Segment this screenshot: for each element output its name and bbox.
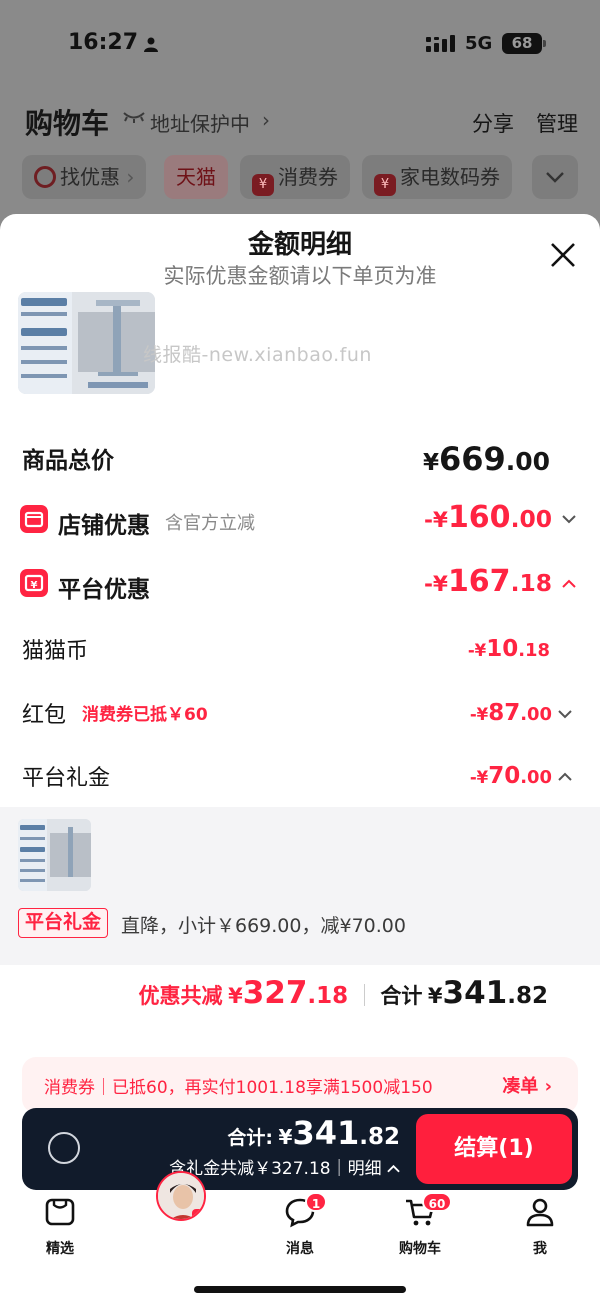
- store-discount-value[interactable]: -¥160.00: [424, 500, 552, 535]
- deal-icon: [34, 166, 56, 188]
- grand-total-label: 合计: [380, 984, 423, 1008]
- chevron-up-icon[interactable]: [558, 772, 572, 781]
- checkout-total: 合计: ¥341.82: [227, 1114, 400, 1152]
- watermark-text: 线报酷-new.xianbao.fun: [143, 344, 372, 366]
- gift-tag: 平台礼金: [18, 908, 109, 938]
- profile-icon: [526, 1198, 554, 1227]
- status-bar: 16:27 5G 68: [0, 0, 600, 90]
- maomao-coin-value: -¥10.18: [467, 636, 550, 662]
- network-type: 5G: [465, 33, 493, 54]
- select-all-checkbox[interactable]: [48, 1132, 80, 1164]
- platform-discount-value[interactable]: -¥167.18: [424, 564, 552, 599]
- signal-icon: [426, 35, 455, 52]
- tab-label: 购物车: [399, 1241, 441, 1257]
- chevron-down-icon[interactable]: [558, 710, 572, 719]
- chevron-up-icon: [387, 1164, 400, 1173]
- person-icon: [144, 37, 158, 52]
- gift-description: 直降，小计￥669.00，减¥70.00: [121, 915, 406, 937]
- home-indicator: [194, 1286, 406, 1293]
- store-discount-label: 店铺优惠: [58, 513, 150, 539]
- page-title: 购物车: [25, 107, 110, 140]
- status-time: 16:27: [68, 30, 139, 55]
- checkout-bar: 合计: ¥341.82 含礼金共减￥327.18｜明细 结算(1): [22, 1108, 578, 1190]
- tab-label: 消息: [286, 1241, 314, 1257]
- avatar[interactable]: [156, 1171, 206, 1221]
- manage-button[interactable]: 管理: [536, 108, 578, 138]
- platform-discount-label: 平台优惠: [58, 577, 150, 603]
- chip-consumption-coupon[interactable]: ¥ 消费券: [240, 155, 350, 199]
- platform-gift-label: 平台礼金: [22, 766, 111, 791]
- featured-icon: [45, 1198, 75, 1226]
- platform-coupon-icon: ¥: [20, 569, 48, 597]
- coupon-tip-text: 消费券｜已抵60，再实付1001.18享满1500减150: [44, 1078, 433, 1098]
- share-button[interactable]: 分享: [472, 108, 514, 138]
- eye-closed-icon: [123, 112, 145, 123]
- store-icon: [20, 505, 48, 533]
- svg-text:¥: ¥: [31, 580, 38, 591]
- grand-total-value: 341: [442, 975, 508, 1011]
- chevron-down-icon[interactable]: [562, 515, 576, 524]
- checkout-button[interactable]: 结算(1): [416, 1114, 572, 1184]
- store-discount-note: 含官方立减: [165, 513, 255, 534]
- red-packet-value[interactable]: -¥87.00: [470, 700, 552, 726]
- maomao-coin-label: 猫猫币: [22, 639, 89, 664]
- checkout-discount-detail[interactable]: 含礼金共减￥327.18｜明细: [169, 1154, 400, 1179]
- gift-detail-panel: 平台礼金 直降，小计￥669.00，减¥70.00: [0, 807, 600, 965]
- discount-summary: 优惠共减 ¥327.18 合计 ¥341.82: [138, 975, 549, 1011]
- chevron-right-icon: ›: [126, 165, 135, 189]
- chevron-up-icon[interactable]: [562, 579, 576, 588]
- battery-icon: 68: [502, 33, 542, 54]
- tab-label: 精选: [46, 1241, 74, 1257]
- chevron-down-icon: [546, 172, 564, 183]
- cart-badge: 60: [422, 1192, 452, 1212]
- total-price-value: ¥669.00: [422, 440, 550, 478]
- add-items-link[interactable]: 凑单 ›: [502, 1072, 552, 1098]
- chip-tmall[interactable]: 天猫: [164, 155, 228, 199]
- chevron-right-icon: ›: [262, 108, 270, 132]
- battery-tip: [543, 40, 546, 47]
- chip-find-deals[interactable]: 找优惠 ›: [22, 155, 147, 199]
- chip-appliance-coupon[interactable]: ¥ 家电数码券: [362, 155, 512, 199]
- tab-label: 我: [533, 1241, 547, 1257]
- red-packet-label: 红包: [22, 703, 67, 728]
- product-image: [18, 292, 155, 394]
- message-badge: 1: [305, 1192, 327, 1212]
- red-packet-note: 消费券已抵￥60: [82, 705, 208, 725]
- coupon-tip-bar[interactable]: 消费券｜已抵60，再实付1001.18享满1500减150 凑单 ›: [22, 1057, 578, 1113]
- discount-total-value: 327: [242, 975, 308, 1011]
- coupon-icon: ¥: [374, 174, 396, 196]
- discount-total-label: 优惠共减: [138, 984, 223, 1008]
- product-image: [18, 819, 91, 891]
- sheet-title: 金额明细: [247, 230, 352, 260]
- close-icon[interactable]: [548, 240, 578, 270]
- coupon-icon: ¥: [252, 174, 274, 196]
- address-protection-label[interactable]: 地址保护中: [150, 108, 250, 137]
- sheet-subtitle: 实际优惠金额请以下单页为准: [163, 264, 437, 288]
- chip-more-button[interactable]: [532, 155, 578, 199]
- total-price-label: 商品总价: [22, 448, 114, 474]
- divider: [363, 984, 365, 1006]
- platform-gift-value[interactable]: -¥70.00: [470, 763, 552, 789]
